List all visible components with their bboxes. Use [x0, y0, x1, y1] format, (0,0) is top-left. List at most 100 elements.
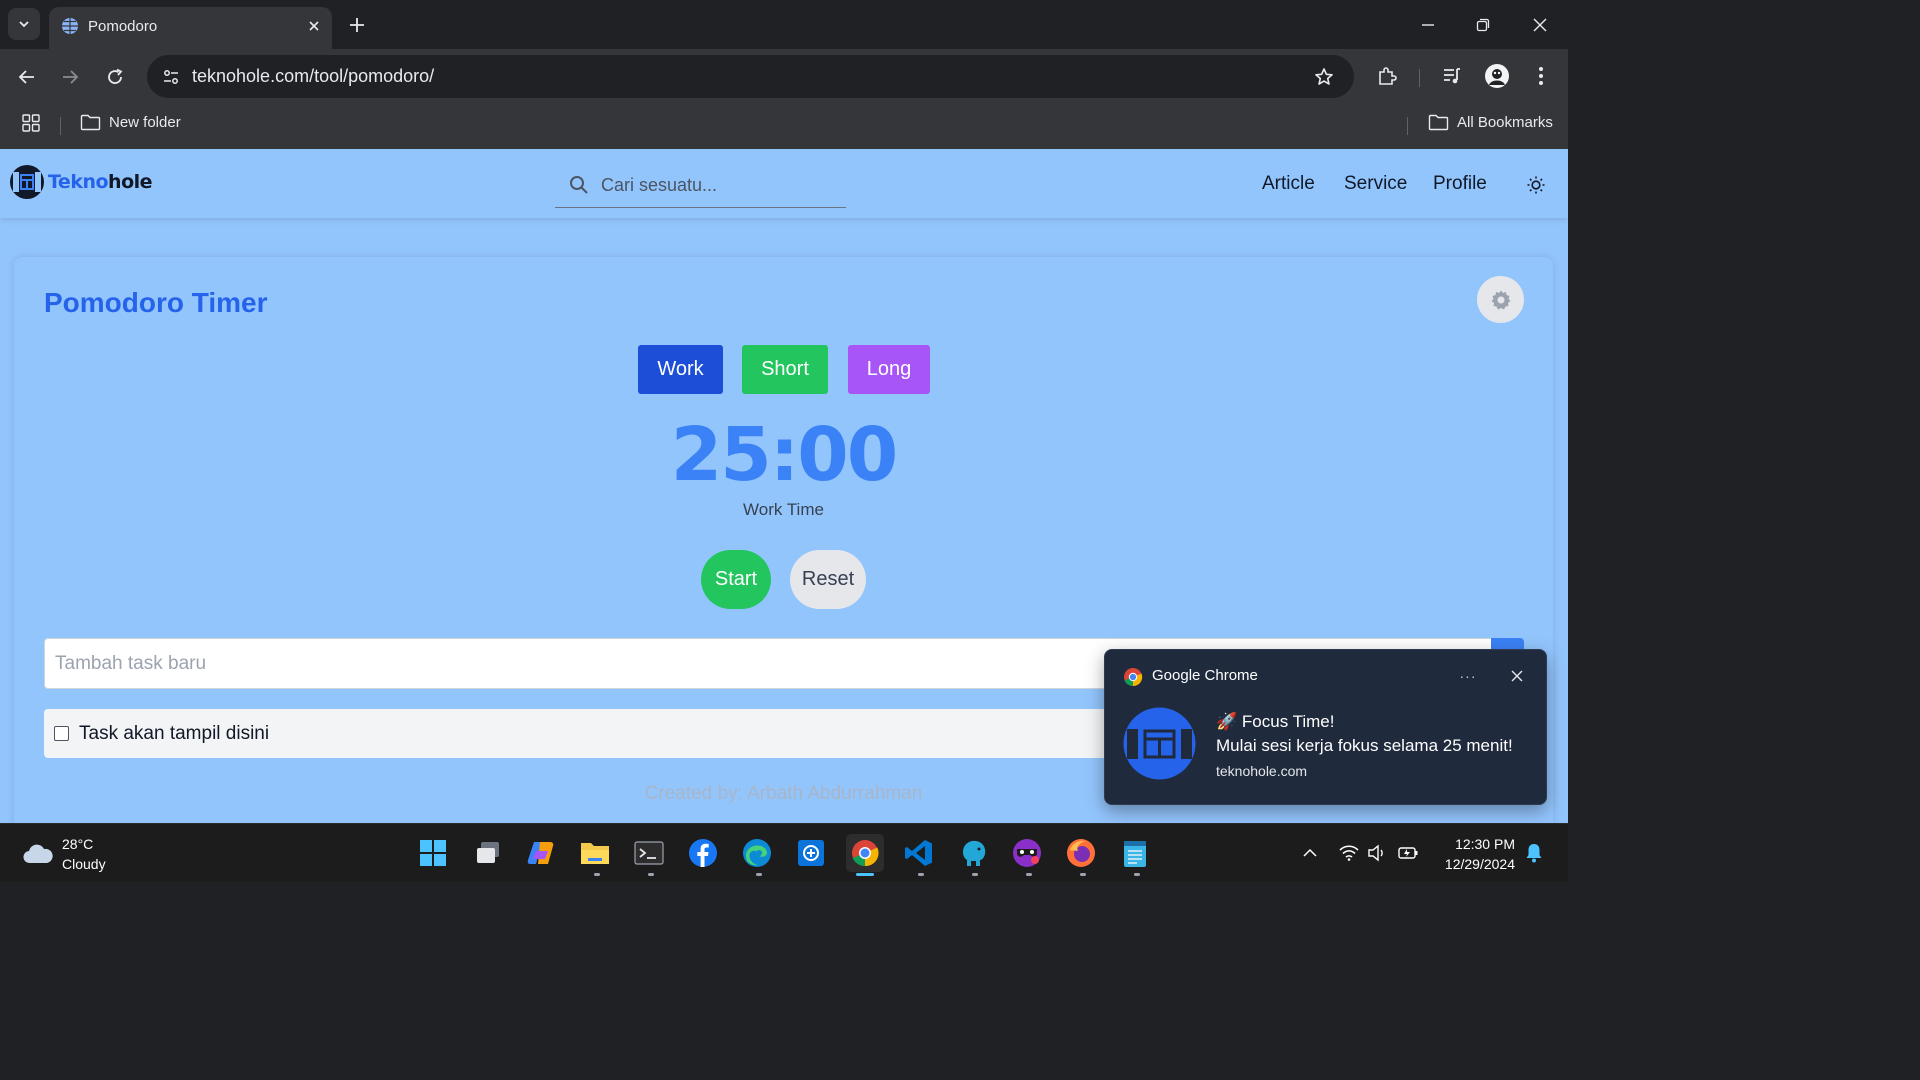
- site-logo[interactable]: Teknohole: [9, 164, 153, 200]
- folder-icon: [80, 114, 101, 131]
- notification-close-button[interactable]: [1505, 664, 1529, 688]
- tab-search-button[interactable]: [8, 8, 40, 40]
- notepad-button[interactable]: [1116, 834, 1154, 872]
- vscode-icon: [905, 840, 932, 866]
- app-running-indicator: [972, 873, 978, 876]
- remote-app-button[interactable]: [792, 834, 830, 872]
- chrome-logo-icon: [852, 840, 879, 867]
- media-control-button[interactable]: [1437, 61, 1467, 91]
- nav-article-link[interactable]: Article: [1262, 173, 1315, 195]
- all-bookmarks-button[interactable]: All Bookmarks: [1428, 114, 1553, 131]
- weather-temperature: 28°C: [62, 836, 94, 852]
- toolbar-separator: [1419, 69, 1420, 87]
- forward-button[interactable]: [54, 61, 86, 93]
- chrome-taskbar-button[interactable]: [846, 834, 884, 872]
- start-button[interactable]: Start: [701, 550, 771, 609]
- avatar-icon: [1485, 64, 1509, 88]
- tab-close-button[interactable]: [304, 16, 324, 36]
- back-button[interactable]: [11, 61, 43, 93]
- task-view-button[interactable]: [469, 834, 507, 872]
- browser-tab[interactable]: Pomodoro: [49, 7, 332, 49]
- search-input[interactable]: [601, 171, 831, 199]
- reload-button[interactable]: [99, 61, 131, 93]
- start-button[interactable]: [414, 834, 452, 872]
- teknohole-notification-image: [1123, 707, 1196, 780]
- app-button[interactable]: [1008, 834, 1046, 872]
- wifi-status[interactable]: [1338, 842, 1360, 864]
- star-icon: [1315, 68, 1333, 85]
- notification-title-text: Focus Time!: [1241, 712, 1335, 731]
- show-hidden-icons-button[interactable]: [1299, 842, 1321, 864]
- gear-icon: [1491, 290, 1510, 309]
- bookmark-separator: [1407, 117, 1408, 135]
- nav-profile-link[interactable]: Profile: [1433, 173, 1487, 195]
- elephant-app-icon: [963, 840, 986, 866]
- app-button[interactable]: [954, 834, 992, 872]
- app-running-indicator: [1026, 873, 1032, 876]
- settings-button[interactable]: [1477, 276, 1524, 323]
- extensions-button[interactable]: [1372, 61, 1402, 91]
- file-explorer-icon: [581, 843, 609, 864]
- chrome-notification-toast[interactable]: Google Chrome ··· 🚀 Focus Time! Mulai se…: [1104, 649, 1547, 805]
- vscode-button[interactable]: [900, 834, 938, 872]
- minimize-button[interactable]: [1413, 10, 1443, 40]
- nav-service-link[interactable]: Service: [1344, 173, 1407, 195]
- short-break-button[interactable]: Short: [742, 345, 828, 394]
- bookmark-separator: [60, 117, 61, 135]
- task-checkbox[interactable]: [54, 726, 69, 741]
- task-item-text: Task akan tampil disini: [79, 722, 270, 744]
- app-running-indicator: [594, 873, 600, 876]
- new-tab-button[interactable]: [344, 12, 370, 38]
- reset-button[interactable]: Reset: [790, 550, 866, 609]
- notification-source: teknohole.com: [1216, 763, 1308, 779]
- battery-status[interactable]: [1397, 842, 1419, 864]
- chrome-menu-button[interactable]: [1526, 61, 1556, 91]
- facebook-button[interactable]: [684, 834, 722, 872]
- windows-taskbar: 28°C Cloudy 12:30 PM 12/29/2024: [0, 823, 1568, 882]
- reload-icon: [108, 68, 123, 84]
- timer-display: 25:00: [670, 412, 899, 498]
- work-mode-button[interactable]: Work: [638, 345, 723, 394]
- edge-icon: [743, 839, 771, 867]
- all-bookmarks-label: All Bookmarks: [1457, 114, 1553, 131]
- copilot-icon: [527, 842, 554, 864]
- volume-control[interactable]: [1366, 842, 1388, 864]
- remote-desktop-icon: [798, 840, 824, 866]
- system-clock[interactable]: 12:30 PM 12/29/2024: [1433, 834, 1515, 874]
- bookmark-folder-label: New folder: [109, 114, 181, 131]
- more-vertical-icon: [1539, 67, 1543, 85]
- notification-more-button[interactable]: ···: [1455, 664, 1481, 688]
- browser-toolbar: teknohole.com/tool/pomodoro/: [0, 49, 1568, 104]
- long-break-button[interactable]: Long: [848, 345, 930, 394]
- address-bar[interactable]: teknohole.com/tool/pomodoro/: [147, 55, 1354, 98]
- restore-button[interactable]: [1468, 10, 1498, 40]
- apps-button[interactable]: [22, 114, 40, 132]
- close-icon: [1533, 18, 1547, 32]
- battery-charging-icon: [1398, 847, 1418, 859]
- app-running-indicator: [756, 873, 762, 876]
- terminal-icon: [634, 841, 664, 865]
- edge-button[interactable]: [738, 834, 776, 872]
- terminal-button[interactable]: [630, 834, 668, 872]
- profile-avatar-button[interactable]: [1482, 61, 1512, 91]
- weather-widget[interactable]: 28°C Cloudy: [22, 834, 106, 874]
- logo-text-part2: hole: [108, 171, 153, 193]
- notification-body: Mulai sesi kerja fokus selama 25 menit!: [1216, 736, 1513, 755]
- folder-icon: [1428, 114, 1449, 131]
- url-text: teknohole.com/tool/pomodoro/: [192, 66, 435, 86]
- window-close-button[interactable]: [1525, 10, 1555, 40]
- chevron-down-icon: [19, 21, 29, 28]
- bookmark-star-button[interactable]: [1311, 64, 1337, 90]
- file-explorer-button[interactable]: [576, 834, 614, 872]
- firefox-icon: [1067, 839, 1095, 867]
- clock-date: 12/29/2024: [1444, 856, 1515, 872]
- bell-icon: [1526, 844, 1542, 863]
- theme-toggle-button[interactable]: [1524, 173, 1548, 197]
- site-info-button[interactable]: [156, 62, 186, 92]
- bookmarks-bar: New folder All Bookmarks: [0, 104, 1568, 149]
- firefox-button[interactable]: [1062, 834, 1100, 872]
- speaker-icon: [1368, 844, 1383, 862]
- notifications-button[interactable]: [1523, 842, 1545, 864]
- bookmark-folder-new-folder[interactable]: New folder: [80, 114, 181, 131]
- copilot-button[interactable]: [522, 834, 560, 872]
